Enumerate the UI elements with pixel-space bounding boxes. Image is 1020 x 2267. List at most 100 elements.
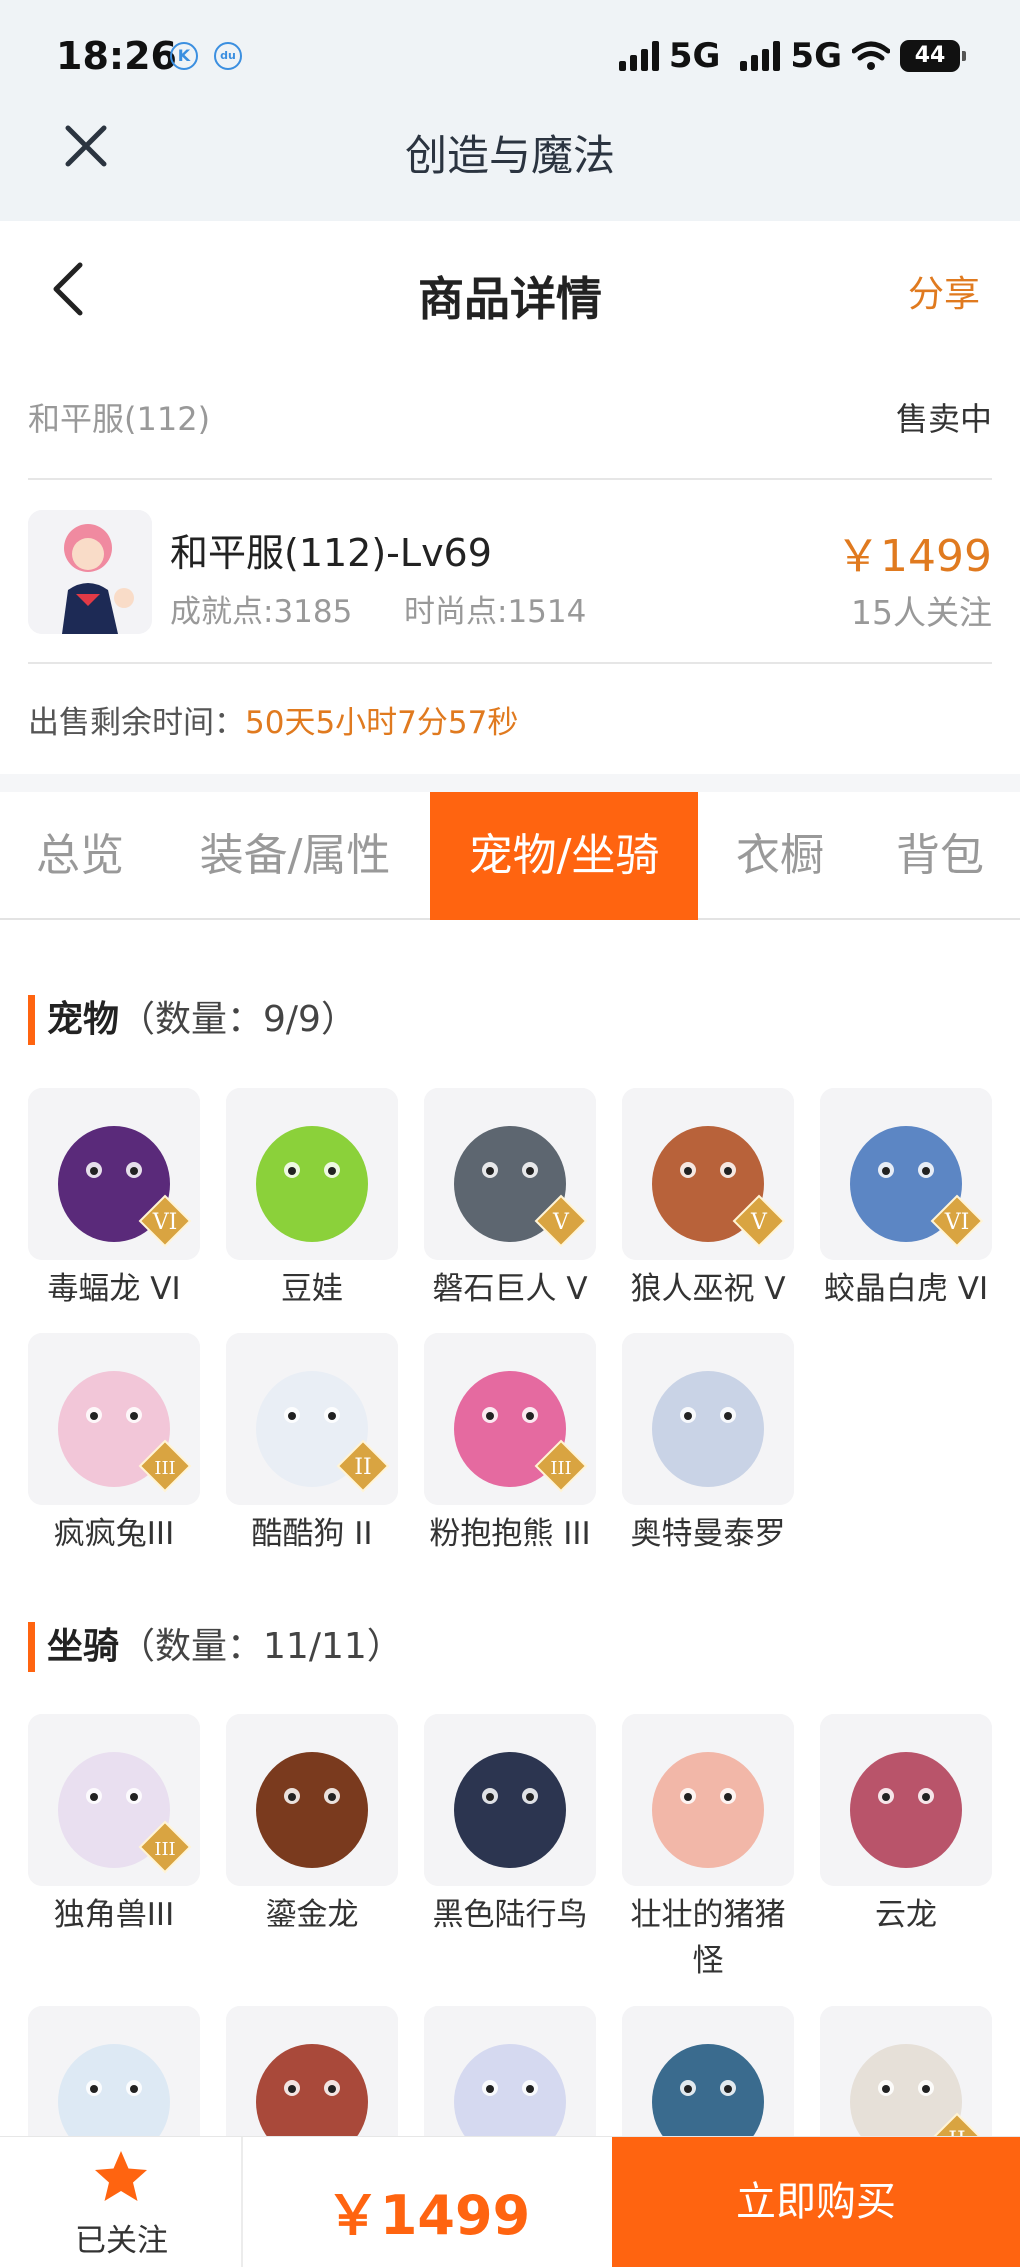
tab-wardrobe[interactable]: 衣橱 <box>710 792 850 920</box>
tier-label: VI <box>944 1210 970 1235</box>
role-summary[interactable]: 和平服(112)-Lv69 成就点:3185 时尚点:1514 ￥1499 15… <box>28 482 992 664</box>
price: ￥1499 <box>836 531 992 582</box>
page-title: 商品详情 <box>418 272 602 326</box>
mount-item[interactable]: 鎏金龙 <box>226 1714 398 1938</box>
tier-badge-icon: V <box>732 1194 786 1248</box>
app-notification-icon: K <box>170 42 198 70</box>
pets-section-header: 宠物（数量：9/9） <box>28 995 357 1045</box>
sale-status: 售卖中 <box>895 400 992 438</box>
mount-item[interactable]: 壮壮的猪猪怪 <box>622 1714 794 1984</box>
buy-now-button[interactable]: 立即购买 <box>612 2137 1020 2267</box>
signal-icon-2 <box>740 41 781 71</box>
battery-icon: 44 <box>900 40 966 72</box>
remaining-time-value: 50天5小时7分57秒 <box>245 705 519 741</box>
mounts-count: （数量：11/11） <box>119 1626 403 1667</box>
pet-image: III <box>28 1333 200 1505</box>
pet-item[interactable]: VI 毒蝠龙 VI <box>28 1088 200 1312</box>
status-icons: 5G 5G 44 <box>618 36 966 76</box>
pet-name: 酷酷狗 II <box>251 1516 373 1552</box>
tier-badge-icon: III <box>534 1439 588 1493</box>
tier-badge-icon: VI <box>930 1194 984 1248</box>
pet-item[interactable]: V 狼人巫祝 V <box>622 1088 794 1312</box>
pet-image: II <box>226 1333 398 1505</box>
pet-image <box>622 1333 794 1505</box>
role-name: 和平服(112)-Lv69 <box>170 531 492 575</box>
fashion-points: 时尚点:1514 <box>404 594 587 630</box>
mount-name: 黑色陆行鸟 <box>432 1897 588 1933</box>
pets-count: （数量：9/9） <box>119 999 357 1040</box>
tier-label: III <box>550 1458 571 1479</box>
status-and-title-bar: 18:26 K du 5G 5G 44 创造与魔法 <box>0 0 1020 221</box>
pet-name: 疯疯兔III <box>53 1516 175 1552</box>
pet-name: 蛟晶白虎 VI <box>823 1271 989 1307</box>
follower-count: 15人关注 <box>851 593 992 632</box>
tier-label: III <box>154 1458 175 1479</box>
mount-item[interactable]: III 独角兽III <box>28 1714 200 1938</box>
status-time: 18:26 <box>56 34 177 78</box>
pet-name: 磐石巨人 V <box>432 1271 588 1307</box>
pet-item[interactable]: III 疯疯兔III <box>28 1333 200 1557</box>
network-label-1: 5G <box>668 36 721 76</box>
section-divider <box>0 774 1020 792</box>
mounts-section-title: 坐骑 <box>47 1626 120 1667</box>
mount-image <box>622 1714 794 1886</box>
mount-name: 独角兽III <box>53 1897 175 1933</box>
pet-image: VI <box>820 1088 992 1260</box>
pet-image: V <box>622 1088 794 1260</box>
pet-name: 狼人巫祝 V <box>630 1271 786 1307</box>
pet-item[interactable]: 豆娃 <box>226 1088 398 1312</box>
mount-name: 鎏金龙 <box>265 1897 359 1933</box>
tier-label: V <box>750 1210 768 1235</box>
server-row: 和平服(112) 售卖中 <box>28 390 992 480</box>
tier-badge-icon: III <box>138 1439 192 1493</box>
star-icon <box>95 2151 147 2201</box>
remaining-time-label: 出售剩余时间： <box>28 705 245 741</box>
tab-backpack[interactable]: 背包 <box>870 792 1010 920</box>
mount-name: 壮壮的猪猪怪 <box>630 1897 786 1979</box>
pets-section-title: 宠物 <box>47 999 120 1040</box>
pet-item[interactable]: VI 蛟晶白虎 VI <box>820 1088 992 1312</box>
baidu-notification-icon: du <box>214 42 242 70</box>
role-avatar <box>28 510 152 634</box>
tab-overview[interactable]: 总览 <box>0 792 160 920</box>
tab-pets-mounts[interactable]: 宠物/坐骑 <box>430 792 698 920</box>
mounts-section-header: 坐骑（数量：11/11） <box>28 1622 403 1672</box>
mount-image <box>820 1714 992 1886</box>
window-title: 创造与魔法 <box>404 131 615 180</box>
pet-name: 豆娃 <box>281 1271 343 1307</box>
tier-label: V <box>552 1210 570 1235</box>
achievement-points: 成就点:3185 <box>170 594 353 630</box>
bottom-price: ￥1499 <box>325 2184 531 2247</box>
tier-badge-icon: VI <box>138 1194 192 1248</box>
network-label-2: 5G <box>790 36 842 76</box>
pet-image <box>226 1088 398 1260</box>
pet-image: V <box>424 1088 596 1260</box>
pet-item[interactable]: III 粉抱抱熊 III <box>424 1333 596 1557</box>
pet-item[interactable]: 奥特曼泰罗 <box>622 1333 794 1557</box>
tier-badge-icon: II <box>336 1439 390 1493</box>
mount-name: 云龙 <box>875 1897 937 1933</box>
pet-name: 奥特曼泰罗 <box>630 1516 786 1552</box>
tab-equipment[interactable]: 装备/属性 <box>180 792 410 920</box>
mount-item[interactable]: 黑色陆行鸟 <box>424 1714 596 1938</box>
bottom-action-bar: 已关注 ￥1499 立即购买 <box>0 2136 1020 2267</box>
pet-image: III <box>424 1333 596 1505</box>
share-button[interactable]: 分享 <box>908 265 980 317</box>
tab-bar: 总览 装备/属性 宠物/坐骑 衣橱 背包 <box>0 792 1020 920</box>
tier-label: II <box>354 1455 371 1480</box>
tier-label: VI <box>152 1210 178 1235</box>
pet-image: VI <box>28 1088 200 1260</box>
pet-item[interactable]: II 酷酷狗 II <box>226 1333 398 1557</box>
mount-image: III <box>28 1714 200 1886</box>
mount-item[interactable]: 云龙 <box>820 1714 992 1938</box>
character-portrait-icon <box>28 510 152 634</box>
tier-label: III <box>154 1839 175 1860</box>
server-name: 和平服(112) <box>28 400 211 438</box>
wifi-icon <box>852 41 890 70</box>
pet-item[interactable]: V 磐石巨人 V <box>424 1088 596 1312</box>
pet-name: 粉抱抱熊 III <box>429 1516 591 1552</box>
follow-button[interactable]: 已关注 <box>0 2137 243 2267</box>
mount-image <box>424 1714 596 1886</box>
remaining-time: 出售剩余时间：50天5小时7分57秒 <box>28 697 518 742</box>
tier-badge-icon: V <box>534 1194 588 1248</box>
